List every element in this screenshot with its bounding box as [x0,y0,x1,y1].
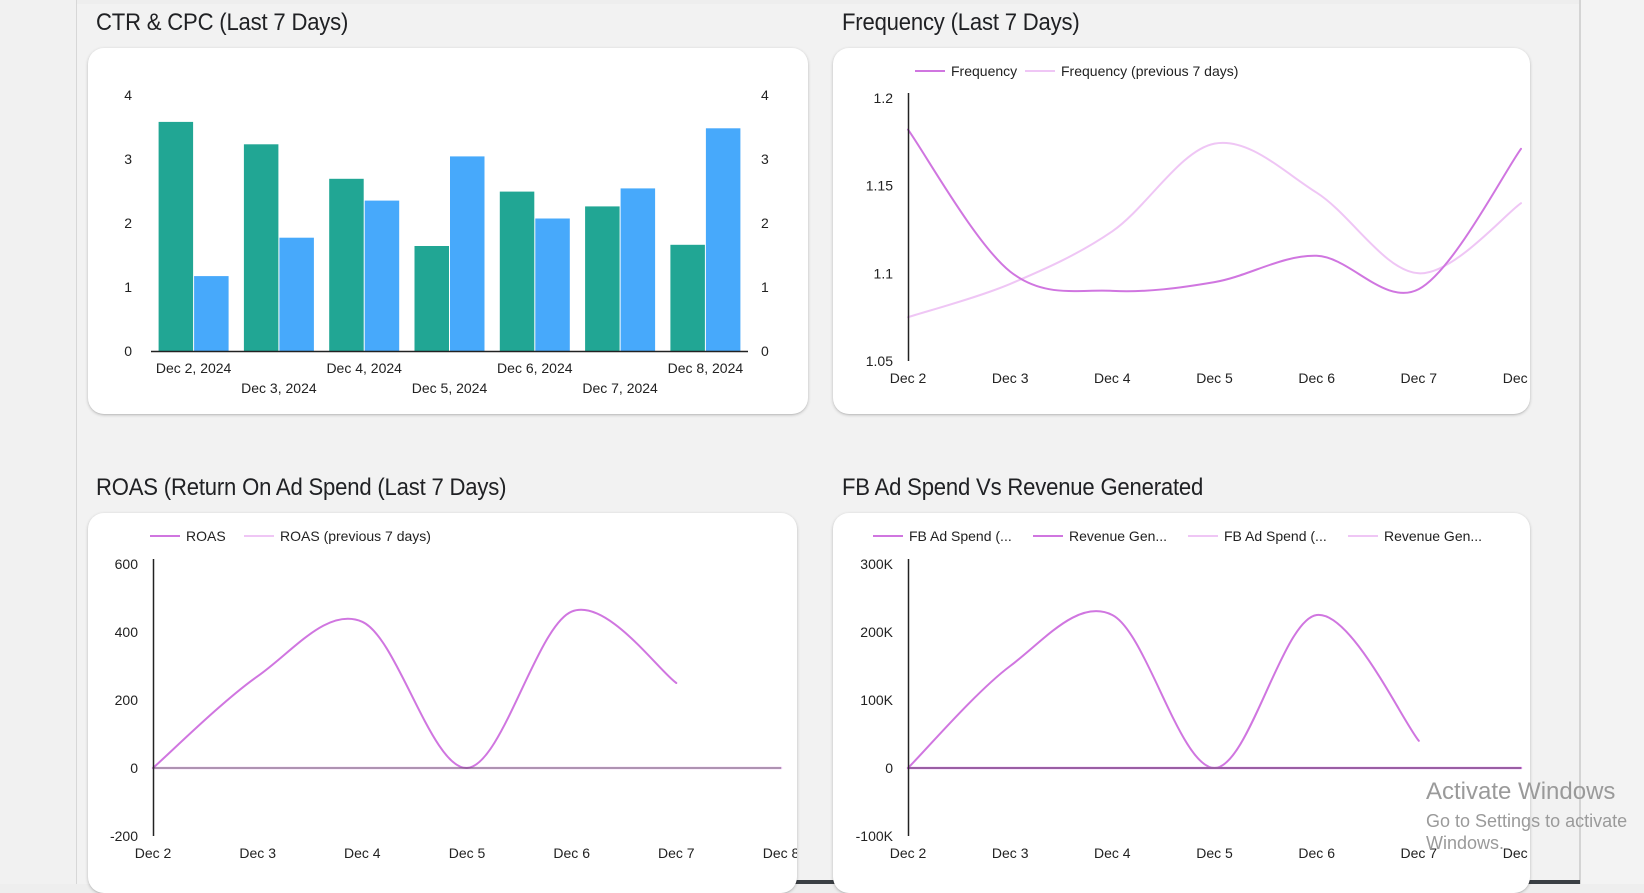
ctr-cpc-chart: 0 1 2 3 4 0 1 2 3 4 Dec 2, 2024 Dec 3, 2024 Dec 4, 2… [124,87,769,396]
cpc-bar [194,276,229,351]
legend-label: FB Ad Spend (... [1224,528,1327,544]
x-tick-label: Dec 2 [890,370,927,386]
y-tick-label: 0 [130,760,138,776]
legend-label: Revenue Gen... [1069,528,1167,544]
watermark-subtext: Go to Settings to activate Windows. [1426,811,1628,853]
series-line [907,128,1522,294]
x-tick-label: Dec 2 [890,845,927,861]
x-tick-label: Dec 8 [1503,370,1530,386]
y-left-tick-label: 1 [124,279,132,295]
x-tick-label: Dec 4, 2024 [326,360,402,376]
x-tick-label: Dec 7 [1401,370,1438,386]
x-tick-label: Dec 5 [1196,845,1233,861]
left-gutter [0,0,76,884]
legend-label: Frequency [951,63,1017,79]
ctr-cpc-card[interactable]: 0 1 2 3 4 0 1 2 3 4 Dec 2, 2024 Dec 3, 2024 Dec 4, 2… [88,48,808,414]
x-tick-label: Dec 6 [553,845,590,861]
y-tick-label: 1.1 [874,265,894,281]
y-tick-label: 1.05 [866,353,893,369]
series-line [152,608,678,770]
x-tick-label: Dec 3, 2024 [241,380,317,396]
x-tick-label: Dec 6 [1298,370,1335,386]
y-right-tick-label: 4 [761,87,769,103]
x-tick-label: Dec 8, 2024 [668,360,744,376]
cpc-bar [450,156,485,351]
y-tick-label: 600 [115,556,139,572]
x-tick-label: Dec 3 [239,845,276,861]
x-tick-label: Dec 5 [1196,370,1233,386]
cpc-bar [364,200,400,351]
cpc-bar [535,218,570,351]
legend-label: Frequency (previous 7 days) [1061,63,1238,79]
y-tick-label: -200 [110,828,138,844]
legend-label: ROAS [186,528,226,544]
frequency-card[interactable]: Frequency Frequency (previous 7 days) 1.05… [833,48,1530,414]
ctr-bar [414,246,449,351]
y-tick-label: 1.2 [874,90,894,106]
ctr-bar [585,206,620,351]
cpc-bar [279,237,314,351]
y-right-tick-label: 0 [761,343,769,359]
x-tick-label: Dec 8 [763,845,797,861]
ctr-bar [243,144,279,351]
activate-windows-watermark: Activate Windows Go to Settings to activ… [1426,778,1644,854]
y-tick-label: -100K [856,828,894,844]
y-tick-label: 300K [860,556,893,572]
x-tick-label: Dec 6 [1298,845,1335,861]
x-tick-label: Dec 3 [992,845,1029,861]
right-gutter [1581,0,1644,884]
x-tick-label: Dec 4 [1094,370,1131,386]
y-left-tick-label: 0 [124,343,132,359]
x-tick-label: Dec 5 [449,845,486,861]
legend-label: FB Ad Spend (... [909,528,1012,544]
x-tick-label: Dec 7, 2024 [582,380,658,396]
y-tick-label: 0 [885,760,893,776]
ctr-cpc-title: CTR & CPC (Last 7 Days) [96,9,349,36]
cpc-bar [705,128,741,351]
legend-label: ROAS (previous 7 days) [280,528,431,544]
x-tick-label: Dec 2 [135,845,172,861]
series-line [907,141,1522,319]
x-tick-label: Dec 2, 2024 [156,360,232,376]
roas-title: ROAS (Return On Ad Spend (Last 7 Days) [96,474,507,501]
y-tick-label: 200 [115,692,139,708]
frequency-title: Frequency (Last 7 Days) [842,9,1080,36]
ctr-bar [670,244,705,351]
x-tick-label: Dec 4 [344,845,381,861]
x-tick-label: Dec 5, 2024 [412,380,488,396]
y-left-tick-label: 2 [124,215,132,231]
y-tick-label: 200K [860,624,893,640]
watermark-heading: Activate Windows [1426,778,1616,805]
ctr-bar [499,191,535,351]
frequency-chart: Frequency Frequency (previous 7 days) 1.05… [866,63,1530,386]
y-tick-label: 1.15 [866,178,893,194]
y-right-tick-label: 3 [761,151,769,167]
y-right-tick-label: 1 [761,279,769,295]
roas-card[interactable]: ROAS ROAS (previous 7 days) -200 0 200 400 600… [88,513,797,893]
x-tick-label: Dec 6, 2024 [497,360,573,376]
spend-revenue-title: FB Ad Spend Vs Revenue Generated [842,474,1204,501]
series-line [907,610,1420,769]
y-tick-label: 100K [860,692,893,708]
y-left-tick-label: 4 [124,87,132,103]
x-tick-label: Dec 3 [992,370,1029,386]
roas-chart: ROAS ROAS (previous 7 days) -200 0 200 400 600… [110,528,797,861]
x-tick-label: Dec 4 [1094,845,1131,861]
ctr-bar [158,121,194,352]
x-tick-label: Dec 7 [658,845,695,861]
y-left-tick-label: 3 [124,151,132,167]
y-tick-label: 400 [115,624,139,640]
ctr-bar [329,178,364,351]
y-right-tick-label: 2 [761,215,769,231]
cpc-bar [620,188,656,351]
legend-label: Revenue Gen... [1384,528,1482,544]
